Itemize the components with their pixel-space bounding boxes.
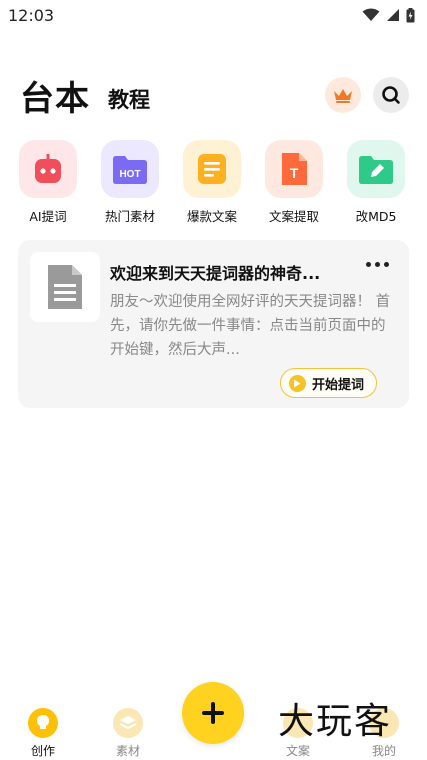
wifi-icon	[362, 8, 380, 21]
search-icon	[382, 86, 400, 104]
nav-label: 创作	[30, 744, 55, 758]
hot-badge-text: HOT	[119, 169, 140, 180]
tool-tile	[347, 140, 405, 198]
nav-label: 素材	[115, 744, 140, 758]
tool-label: AI提词	[29, 209, 67, 224]
tool-label: 文案提取	[268, 209, 319, 224]
document-lines-icon	[198, 154, 226, 184]
nav-create[interactable]: 创作	[13, 708, 73, 759]
hot-folder-icon: HOT	[113, 156, 147, 184]
tool-label: 改MD5	[355, 209, 397, 224]
tool-ai-prompt[interactable]: AI提词	[12, 140, 84, 225]
tool-tile	[183, 140, 241, 198]
status-icons	[362, 7, 415, 23]
tool-hot-materials[interactable]: HOT 热门素材	[94, 140, 166, 225]
start-prompt-label: 开始提词	[311, 377, 364, 393]
tool-grid: AI提词 HOT 热门素材 爆款文案 T 文案提取 改MD5	[12, 140, 412, 225]
create-fab-button[interactable]	[182, 682, 244, 744]
tool-viral-copy[interactable]: 爆款文案	[176, 140, 248, 225]
page-header: 台本 教程	[20, 70, 409, 120]
tutorial-tab[interactable]: 教程	[108, 84, 150, 114]
battery-charging-icon	[406, 7, 415, 22]
status-time: 12:03	[8, 5, 55, 25]
header-actions	[325, 77, 409, 113]
tool-label: 热门素材	[104, 209, 155, 224]
status-bar: 12:03	[0, 0, 427, 30]
vip-button[interactable]	[325, 77, 361, 113]
layers-icon	[113, 708, 143, 738]
tool-tile	[19, 140, 77, 198]
nav-label: 文案	[285, 744, 310, 758]
tool-tile: T	[265, 140, 323, 198]
more-options-icon[interactable]	[366, 262, 389, 267]
edit-folder-icon	[359, 156, 393, 184]
signal-icon	[387, 9, 399, 21]
plus-icon	[202, 702, 224, 724]
script-title: 欢迎来到天天提词器的神奇...	[110, 264, 321, 283]
script-preview: 朋友～欢迎使用全网好评的天天提词器！ 首先，请你先做一件事情：点击当前页面中的开…	[110, 294, 391, 358]
nav-materials[interactable]: 素材	[98, 708, 158, 759]
watermark: 大玩客	[278, 701, 393, 742]
crown-icon	[334, 89, 352, 103]
start-prompt-button[interactable]: 开始提词	[279, 368, 377, 398]
text-file-icon: T	[282, 153, 307, 185]
text-badge: T	[290, 165, 299, 181]
bulb-icon	[28, 708, 58, 738]
tool-text-extract[interactable]: T 文案提取	[258, 140, 330, 225]
tool-label: 爆款文案	[186, 209, 237, 224]
script-thumbnail	[30, 252, 100, 322]
search-button[interactable]	[373, 77, 409, 113]
script-card[interactable]: 欢迎来到天天提词器的神奇... 朋友～欢迎使用全网好评的天天提词器！ 首先，请你…	[18, 240, 409, 408]
nav-label: 我的	[371, 744, 396, 758]
page-title[interactable]: 台本	[20, 71, 90, 120]
play-icon	[288, 374, 306, 392]
tool-tile: HOT	[101, 140, 159, 198]
tool-change-md5[interactable]: 改MD5	[340, 140, 412, 225]
document-icon	[48, 265, 82, 309]
robot-icon	[35, 154, 61, 183]
